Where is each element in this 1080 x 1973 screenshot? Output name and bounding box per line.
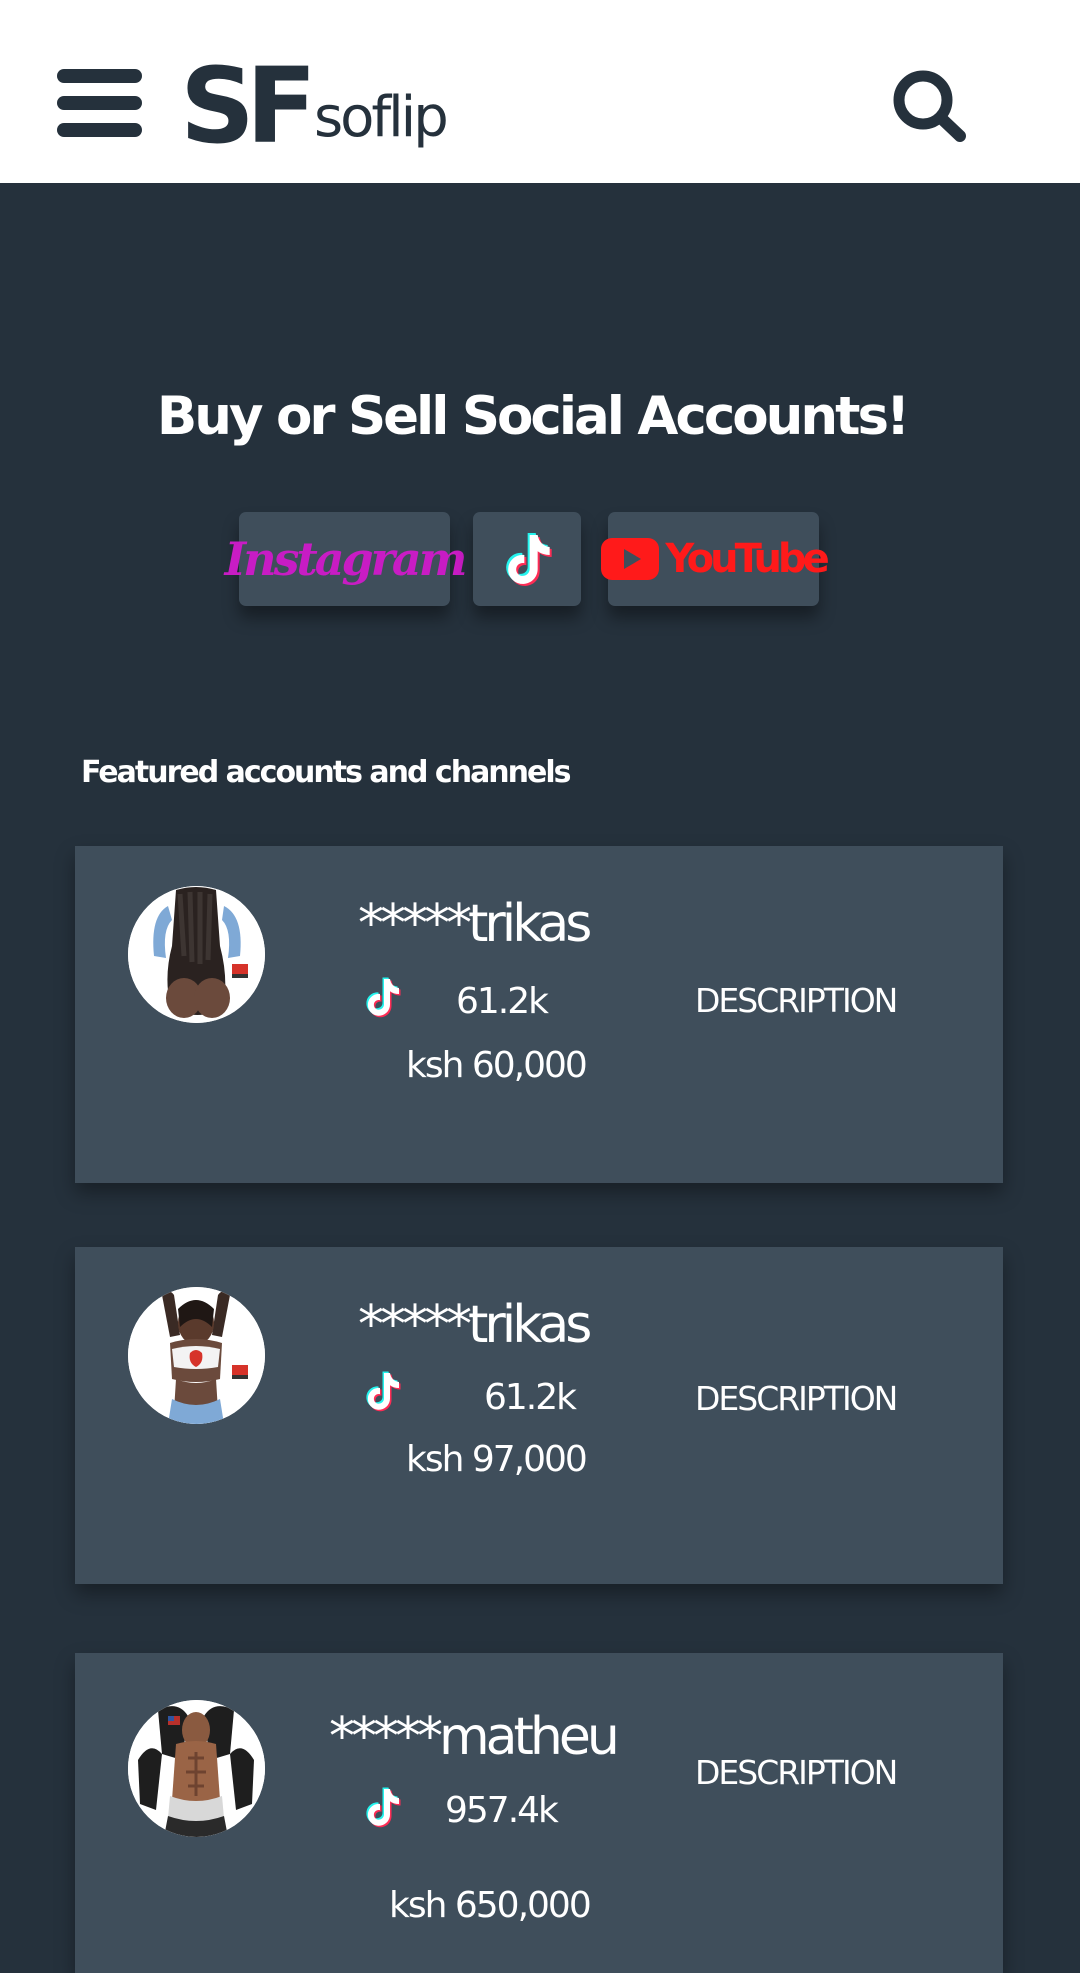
- logo-mark: SF: [180, 45, 317, 167]
- tiktok-icon: [358, 1367, 406, 1415]
- account-name: *****matheu: [329, 1707, 620, 1767]
- instagram-wordmark: Instagram: [224, 532, 468, 586]
- follower-count: 957.4k: [445, 1790, 559, 1831]
- follower-count: 61.2k: [484, 1377, 577, 1418]
- youtube-play-icon: [601, 538, 660, 580]
- youtube-wordmark: YouTube: [665, 536, 829, 582]
- avatar: [128, 886, 265, 1023]
- tiktok-button[interactable]: [473, 512, 581, 606]
- hamburger-menu-icon-bar: [57, 96, 142, 110]
- tiktok-icon: [358, 1783, 406, 1831]
- top-bar: SF soflip: [0, 0, 1080, 183]
- search-icon: [893, 70, 966, 142]
- account-name: *****trikas: [358, 1295, 592, 1355]
- youtube-logo: YouTube: [601, 536, 830, 582]
- tiktok-icon: [358, 973, 406, 1021]
- featured-section-title: Featured accounts and channels: [81, 755, 572, 790]
- menu-button[interactable]: [57, 69, 142, 137]
- description-link[interactable]: DESCRIPTION: [695, 984, 898, 1017]
- youtube-button[interactable]: YouTube: [601, 512, 830, 606]
- account-price: ksh 97,000: [406, 1439, 588, 1480]
- account-card[interactable]: *****trikas 61.2k ksh 60,000 DESCRIPTION: [75, 846, 1003, 1183]
- account-price: ksh 60,000: [406, 1045, 588, 1086]
- soflip-logo[interactable]: SF soflip: [180, 45, 449, 167]
- account-card[interactable]: *****matheu 957.4k ksh 650,000 DESCRIPTI…: [75, 1653, 1003, 1973]
- hamburger-menu-icon-bar: [57, 123, 142, 137]
- account-name: *****trikas: [358, 894, 592, 954]
- description-link[interactable]: DESCRIPTION: [695, 1756, 898, 1789]
- logo-text: soflip: [313, 85, 449, 150]
- platform-filter: Instagram YouTube: [0, 512, 1080, 608]
- follower-count: 61.2k: [456, 981, 549, 1022]
- account-price: ksh 650,000: [389, 1885, 592, 1926]
- instagram-button[interactable]: Instagram: [225, 512, 467, 606]
- search-button[interactable]: [890, 67, 970, 142]
- avatar: [128, 1287, 265, 1424]
- hamburger-menu-icon: [57, 69, 142, 83]
- hero-title: Buy or Sell Social Accounts!: [156, 386, 910, 447]
- description-link[interactable]: DESCRIPTION: [695, 1382, 898, 1415]
- avatar: [128, 1700, 265, 1837]
- account-card[interactable]: *****trikas 61.2k ksh 97,000 DESCRIPTION: [75, 1247, 1003, 1584]
- tiktok-icon: [495, 527, 559, 591]
